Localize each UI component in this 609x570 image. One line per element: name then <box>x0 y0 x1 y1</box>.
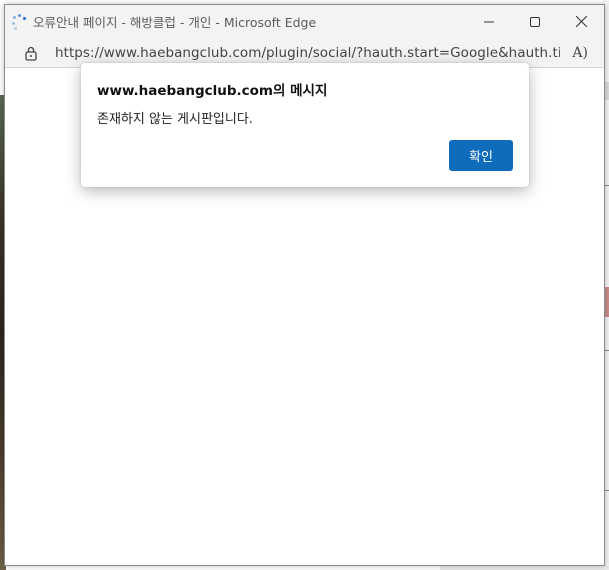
title-bar[interactable]: 오류안내 페이지 - 해방클럽 - 개인 - Microsoft Edge <box>5 5 604 38</box>
minimize-icon <box>484 21 494 22</box>
close-icon <box>575 16 587 27</box>
alert-dialog: www.haebangclub.com의 메시지 존재하지 않는 게시판입니다.… <box>81 63 529 187</box>
maximize-icon <box>530 16 540 27</box>
close-button[interactable] <box>558 5 604 38</box>
read-aloud-icon[interactable]: A) <box>572 45 588 61</box>
window-title: 오류안내 페이지 - 해방클럽 - 개인 - Microsoft Edge <box>33 15 317 30</box>
url-text[interactable]: https://www.haebangclub.com/plugin/socia… <box>55 45 560 61</box>
lock-icon[interactable] <box>23 45 39 61</box>
dialog-title: www.haebangclub.com의 메시지 <box>97 83 328 99</box>
window-controls <box>466 5 604 38</box>
dialog-message: 존재하지 않는 게시판입니다. <box>97 112 253 127</box>
loading-spinner-icon <box>11 13 27 30</box>
maximize-button[interactable] <box>512 5 558 38</box>
background-page-edge-bottom <box>440 566 609 570</box>
ok-button[interactable]: 확인 <box>449 140 513 171</box>
minimize-button[interactable] <box>466 5 512 38</box>
